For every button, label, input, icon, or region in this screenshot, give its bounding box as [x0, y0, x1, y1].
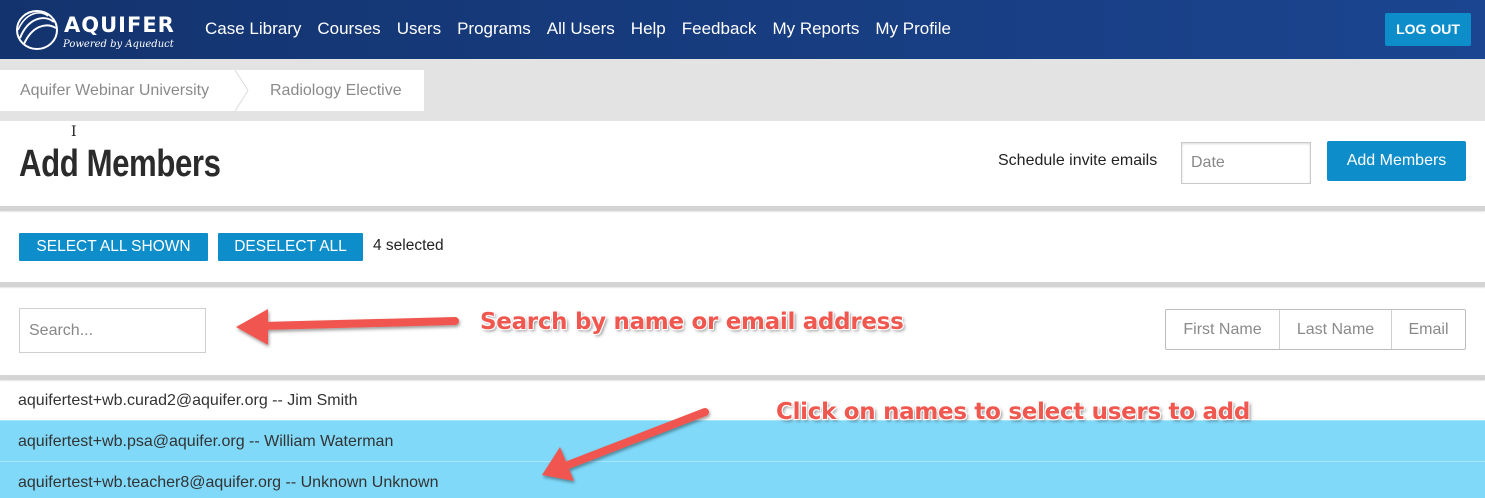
search-arrow-icon [236, 309, 459, 345]
select-all-shown-button[interactable]: Select All Shown [19, 233, 208, 261]
sort-email-button[interactable]: Email [1392, 310, 1465, 349]
selected-count: 4 selected [373, 237, 444, 254]
user-row-selected[interactable]: aquifertest+wb.psa@aquifer.org -- Willia… [0, 420, 1485, 461]
nav-my-reports[interactable]: My Reports [772, 19, 859, 39]
nav-links: Case Library Courses Users Programs All … [205, 19, 967, 39]
nav-case-library[interactable]: Case Library [205, 19, 301, 39]
breadcrumb-chevron-icon [234, 70, 249, 111]
section-divider [0, 282, 1485, 287]
nav-users[interactable]: Users [397, 19, 441, 39]
top-nav: AQUIFER Powered by Aqueduct Case Library… [0, 0, 1485, 59]
user-row-selected[interactable]: aquifertest+wb.teacher8@aquifer.org -- U… [0, 461, 1485, 498]
nav-feedback[interactable]: Feedback [682, 19, 757, 39]
click-hint-annotation: Click on names to select users to add [776, 399, 1250, 425]
breadcrumb-item-course[interactable]: Radiology Elective [270, 82, 402, 100]
section-divider [0, 206, 1485, 211]
aquifer-logo-icon [16, 10, 58, 50]
breadcrumb-item-program[interactable]: Aquifer Webinar University [20, 82, 209, 100]
search-hint-annotation: Search by name or email address [480, 309, 904, 335]
logo-name: AQUIFER [64, 13, 175, 37]
nav-courses[interactable]: Courses [317, 19, 380, 39]
logout-button[interactable]: LOG OUT [1385, 13, 1471, 46]
sort-button-group: First Name Last Name Email [1165, 309, 1466, 350]
add-members-button[interactable]: Add Members [1327, 141, 1466, 181]
search-input[interactable] [19, 308, 206, 353]
user-row[interactable]: aquifertest+wb.curad2@aquifer.org -- Jim… [0, 380, 1485, 421]
sort-first-name-button[interactable]: First Name [1166, 310, 1280, 349]
sort-last-name-button[interactable]: Last Name [1280, 310, 1392, 349]
nav-my-profile[interactable]: My Profile [875, 19, 951, 39]
date-input[interactable] [1181, 142, 1311, 184]
breadcrumb-bar: Aquifer Webinar University Radiology Ele… [0, 59, 1485, 121]
text-cursor-icon: I [71, 124, 77, 140]
aquifer-logo[interactable]: AQUIFER Powered by Aqueduct [14, 8, 174, 52]
schedule-invite-label: Schedule invite emails [998, 152, 1158, 169]
logo-tagline: Powered by Aqueduct [63, 39, 174, 50]
nav-all-users[interactable]: All Users [547, 19, 615, 39]
nav-help[interactable]: Help [631, 19, 666, 39]
deselect-all-button[interactable]: Deselect All [218, 233, 363, 261]
page-title: Add Members [19, 143, 221, 185]
breadcrumb: Aquifer Webinar University Radiology Ele… [0, 70, 424, 111]
nav-programs[interactable]: Programs [457, 19, 531, 39]
